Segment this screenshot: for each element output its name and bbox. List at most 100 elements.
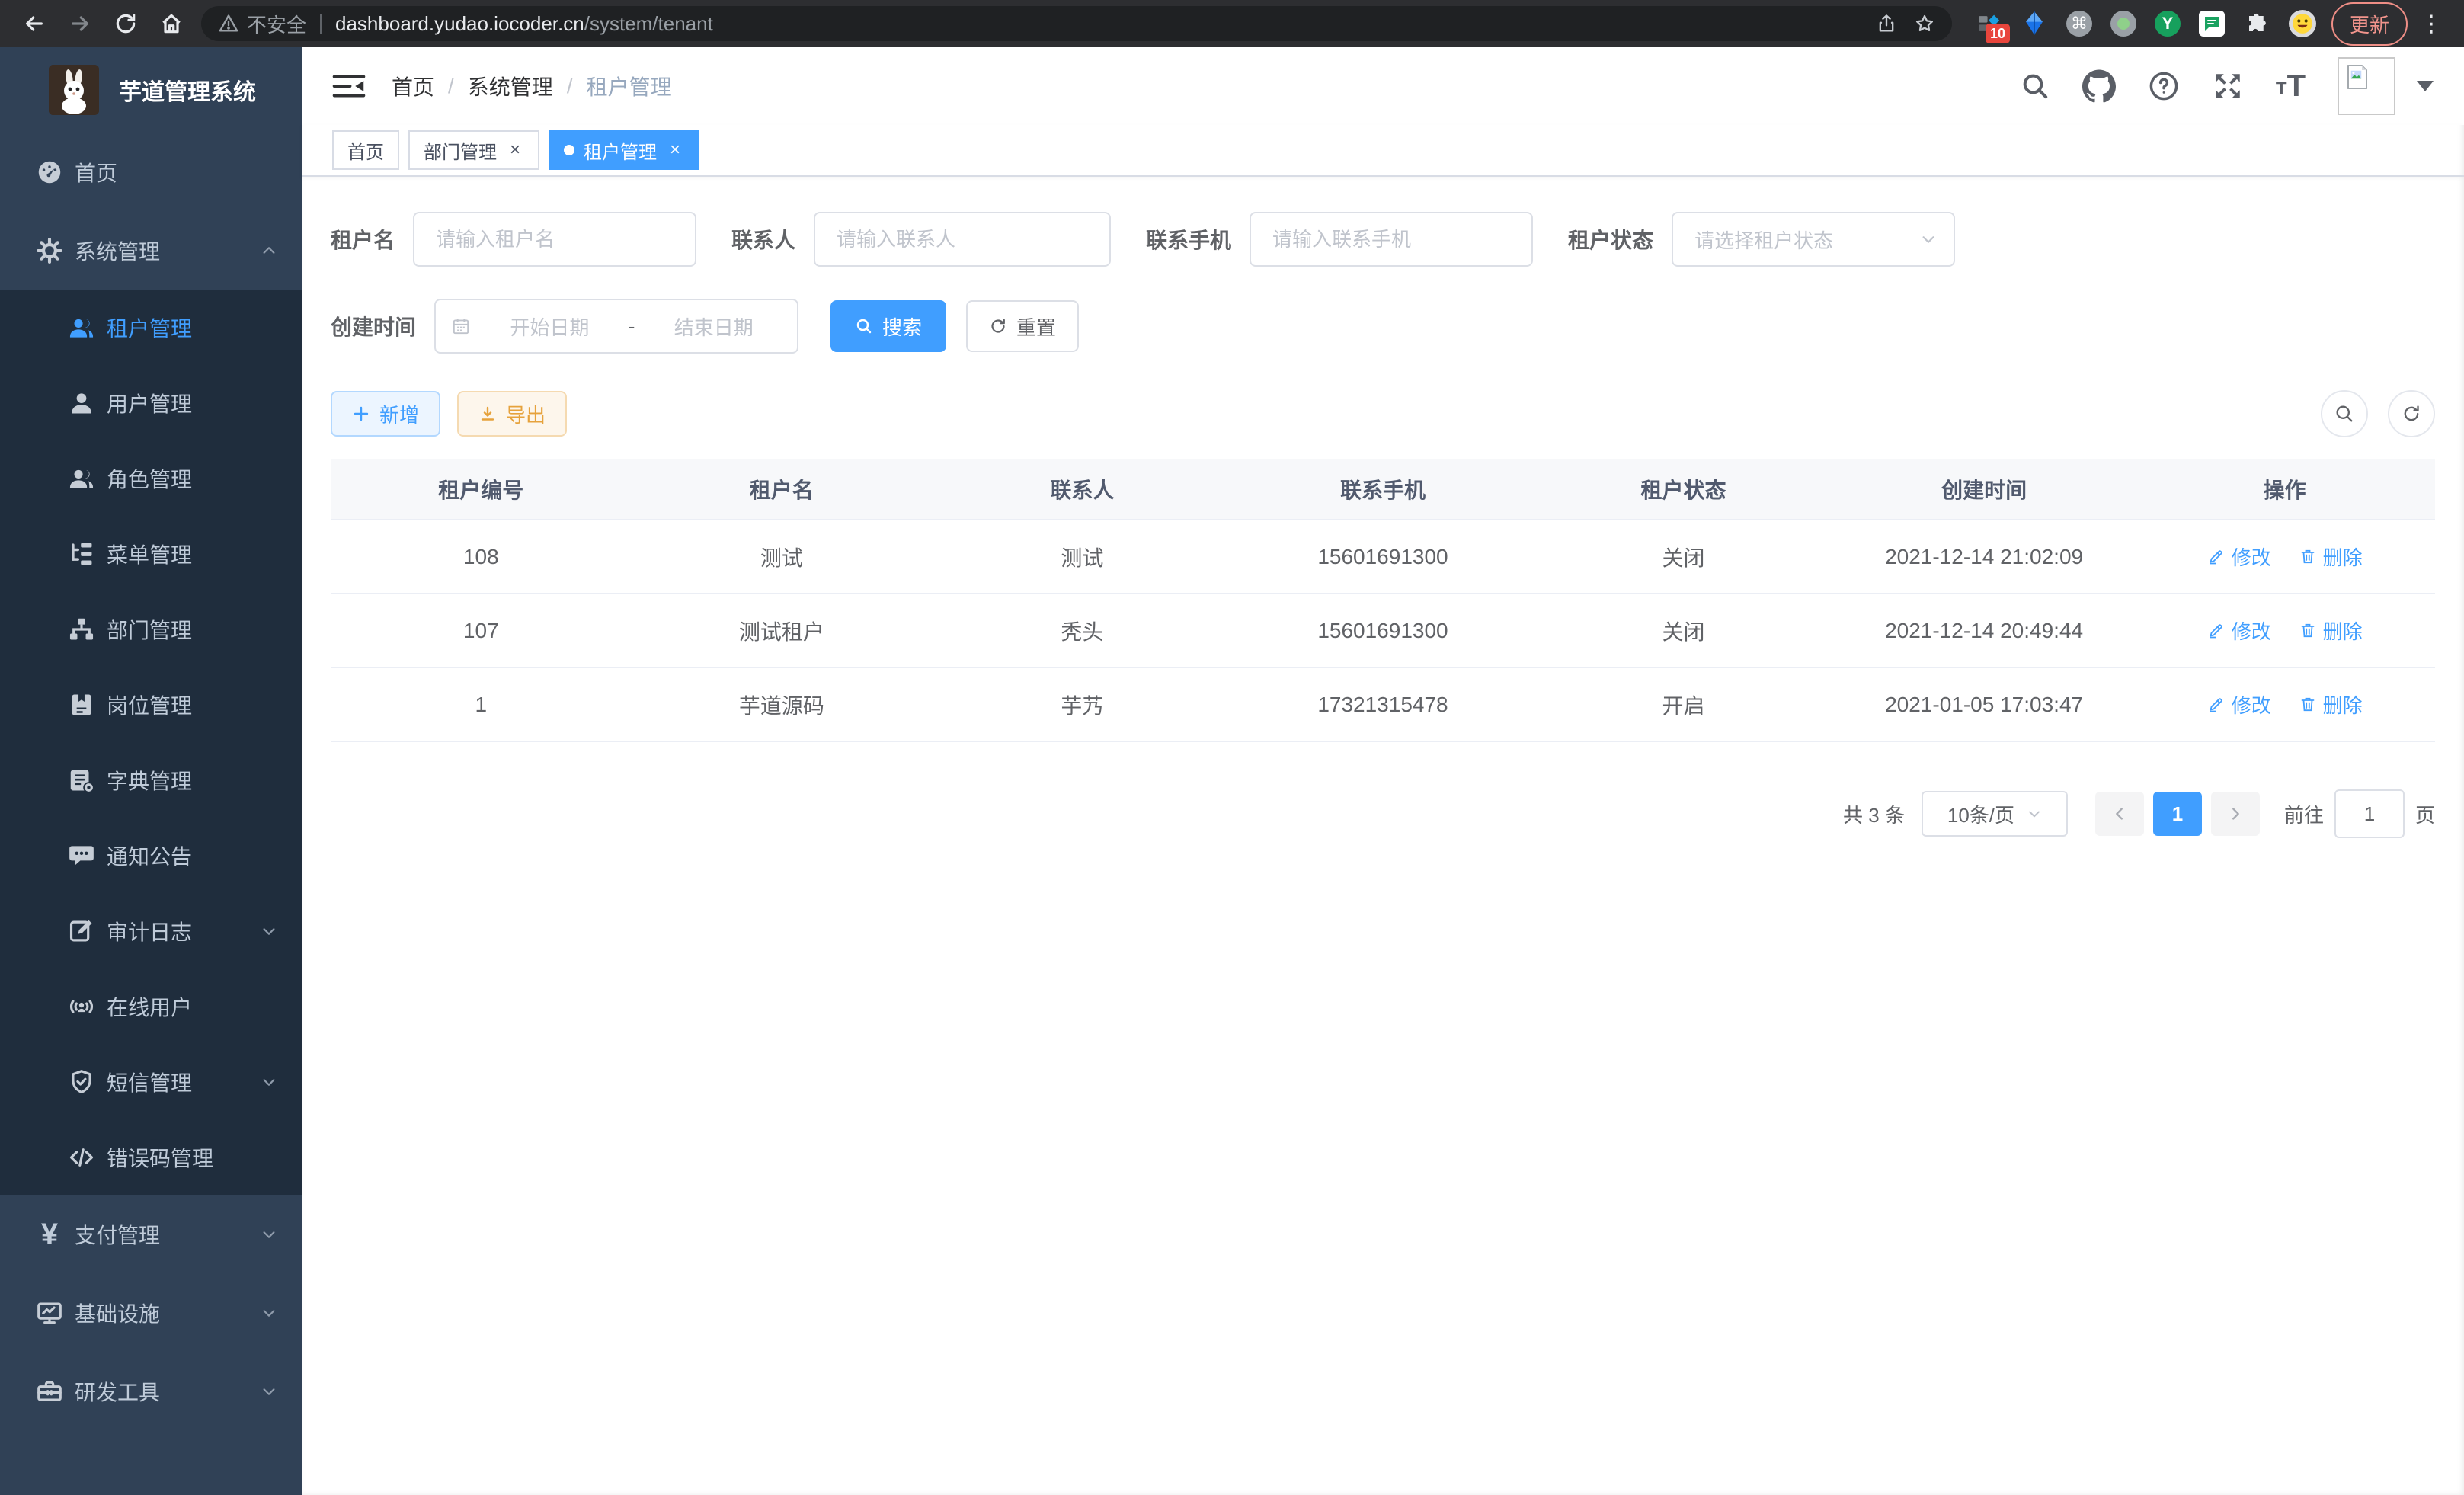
cell-created: 2021-01-05 17:03:47 [1834, 667, 2135, 741]
site-security-indicator[interactable]: 不安全 [218, 10, 306, 38]
start-date-placeholder: 开始日期 [482, 312, 618, 341]
extension-tag-manager[interactable]: 10 [1975, 10, 2002, 37]
browser-address-bar[interactable]: 不安全 dashboard.yudao.iocoder.cn/system/te… [201, 6, 1952, 41]
delete-link[interactable]: 删除 [2299, 690, 2363, 719]
sidebar-item-dev-tools[interactable]: 研发工具 [0, 1352, 302, 1430]
delete-link[interactable]: 删除 [2299, 616, 2363, 645]
close-icon[interactable] [666, 141, 684, 159]
toggle-search-button[interactable] [2321, 390, 2368, 437]
goto-page-input[interactable] [2334, 789, 2405, 838]
github-link[interactable] [2082, 69, 2116, 103]
chat-bubble-icon [2203, 14, 2221, 33]
fullscreen-button[interactable] [2212, 70, 2244, 102]
page-size-select[interactable]: 10条/页 [1922, 791, 2068, 837]
breadcrumb-system[interactable]: 系统管理 [468, 71, 553, 101]
page-number-current[interactable]: 1 [2153, 792, 2202, 836]
sidebar-item-online-users[interactable]: 在线用户 [0, 968, 302, 1044]
add-button[interactable]: 新增 [331, 391, 440, 437]
mobile-label: 联系手机 [1146, 224, 1231, 255]
edit-link[interactable]: 修改 [2207, 690, 2271, 719]
chevron-down-icon [261, 1226, 277, 1243]
header-search-button[interactable] [2020, 71, 2050, 101]
sidebar-item-dept[interactable]: 部门管理 [0, 591, 302, 667]
org-tree-icon [67, 615, 96, 644]
cell-status: 关闭 [1533, 594, 1834, 667]
next-page-button[interactable] [2211, 792, 2260, 836]
sidebar-item-dict[interactable]: 字典管理 [0, 742, 302, 818]
delete-link[interactable]: 删除 [2299, 543, 2363, 571]
sidebar-item-menu[interactable]: 菜单管理 [0, 516, 302, 591]
extension-emoji[interactable] [2289, 10, 2316, 37]
close-icon[interactable] [506, 141, 524, 159]
cell-tenant-id: 107 [331, 594, 632, 667]
message-icon [67, 841, 96, 870]
browser-reload-button[interactable] [105, 3, 146, 44]
tag-dept[interactable]: 部门管理 [408, 130, 539, 170]
date-range-picker[interactable]: 开始日期 - 结束日期 [434, 299, 798, 354]
chevron-down-icon [261, 1074, 277, 1090]
sidebar-item-infra[interactable]: 基础设施 [0, 1273, 302, 1352]
chevron-down-icon [261, 923, 277, 940]
extension-y-app[interactable]: Y [2155, 11, 2181, 37]
tenants-icon [67, 313, 96, 342]
pagination: 共 3 条 10条/页 1 前往 页 [331, 789, 2435, 838]
tenant-name-input[interactable] [413, 212, 696, 267]
tag-home[interactable]: 首页 [332, 130, 399, 170]
navbar-actions: TT [2020, 57, 2434, 115]
sidebar-item-notice[interactable]: 通知公告 [0, 818, 302, 893]
avatar-dropdown-caret[interactable] [2417, 81, 2434, 91]
delete-label: 删除 [2323, 690, 2363, 719]
extension-shortcuts[interactable] [2066, 11, 2092, 37]
tag-tenant-active[interactable]: 租户管理 [549, 130, 699, 170]
sidebar-item-sms[interactable]: 短信管理 [0, 1044, 302, 1119]
extension-chat[interactable] [2199, 11, 2225, 37]
sidebar-toggle-button[interactable] [332, 72, 366, 100]
edit-link[interactable]: 修改 [2207, 616, 2271, 645]
status-select[interactable]: 请选择租户状态 [1672, 212, 1955, 267]
sidebar-item-error-code[interactable]: 错误码管理 [0, 1119, 302, 1195]
star-icon [1914, 13, 1935, 34]
sidebar-item-home[interactable]: 首页 [0, 133, 302, 211]
user-icon [67, 389, 96, 418]
browser-home-button[interactable] [151, 3, 192, 44]
edit-link[interactable]: 修改 [2207, 543, 2271, 571]
search-button[interactable]: 搜索 [830, 300, 946, 352]
reset-button[interactable]: 重置 [966, 300, 1079, 352]
help-button[interactable] [2148, 70, 2180, 102]
back-icon [22, 11, 46, 36]
search-icon [855, 317, 873, 335]
browser-menu-button[interactable] [2412, 11, 2450, 37]
sidebar-item-audit-log[interactable]: 审计日志 [0, 893, 302, 968]
sidebar-logo[interactable]: 芋道管理系统 [0, 47, 302, 133]
sidebar-item-tenant[interactable]: 租户管理 [0, 290, 302, 365]
broadcast-user-icon [67, 992, 96, 1021]
extension-recorder[interactable] [2110, 11, 2136, 37]
sidebar-item-system[interactable]: 系统管理 [0, 211, 302, 290]
sidebar-item-pay[interactable]: 支付管理 [0, 1195, 302, 1273]
sidebar-item-role[interactable]: 角色管理 [0, 440, 302, 516]
mobile-input[interactable] [1250, 212, 1533, 267]
browser-forward-button[interactable] [59, 3, 101, 44]
sidebar-item-label: 在线用户 [107, 991, 192, 1022]
monitor-icon [35, 1298, 64, 1327]
bookmark-button[interactable] [1914, 13, 1935, 34]
extension-kite[interactable] [2021, 10, 2048, 37]
cell-tenant-id: 1 [331, 667, 632, 741]
gear-icon [35, 236, 64, 265]
sidebar-item-post[interactable]: 岗位管理 [0, 667, 302, 742]
browser-update-button[interactable]: 更新 [2331, 2, 2408, 46]
contact-input[interactable] [814, 212, 1111, 267]
cell-contact: 芋艿 [932, 667, 1233, 741]
browser-back-button[interactable] [14, 3, 55, 44]
logo-rabbit-image [49, 65, 99, 115]
font-size-button[interactable]: TT [2276, 69, 2306, 104]
share-button[interactable] [1876, 13, 1897, 34]
export-button[interactable]: 导出 [457, 391, 567, 437]
prev-page-button[interactable] [2095, 792, 2144, 836]
extensions-menu[interactable] [2243, 10, 2270, 37]
user-avatar[interactable] [2338, 57, 2395, 115]
sidebar-item-user[interactable]: 用户管理 [0, 365, 302, 440]
filter-mobile: 联系手机 [1146, 212, 1533, 267]
refresh-table-button[interactable] [2388, 390, 2435, 437]
breadcrumb-home[interactable]: 首页 [392, 71, 434, 101]
